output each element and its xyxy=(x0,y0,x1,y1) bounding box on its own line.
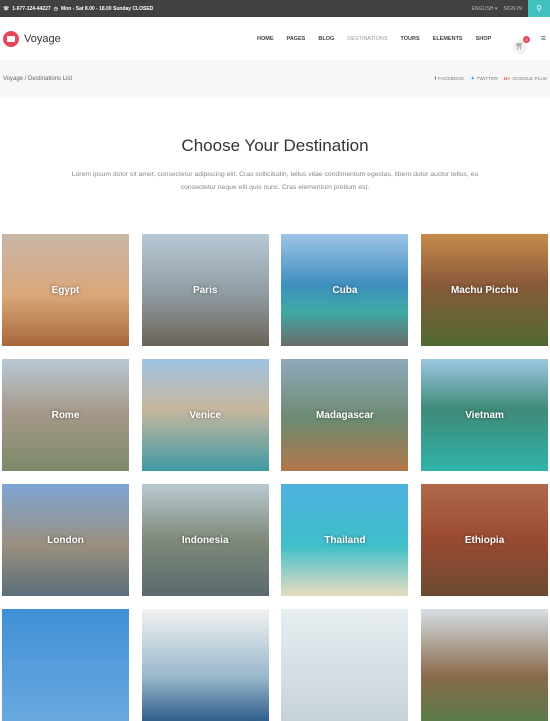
destination-tile[interactable]: Indonesia xyxy=(141,484,269,596)
destination-tile[interactable] xyxy=(421,609,549,721)
twitter-link[interactable]: ✦ TWITTER xyxy=(470,77,497,82)
destination-tile[interactable]: Vietnam xyxy=(421,359,549,471)
destination-tile[interactable] xyxy=(281,609,409,721)
nav-pages[interactable]: PAGES xyxy=(287,36,306,42)
cart-button[interactable]: 🛒︎ 0 xyxy=(513,36,530,54)
destination-tile[interactable]: Egypt xyxy=(2,234,129,346)
cart-count: 0 xyxy=(523,36,530,43)
sign-in-link[interactable]: SIGN IN xyxy=(503,6,522,12)
intro-text: Lorem ipsum dolor sit amet, consectetur … xyxy=(71,171,479,191)
opening-hours: Mon - Sat 8.00 - 18.00 Sunday CLOSED xyxy=(61,5,154,12)
destination-tile[interactable]: Cuba xyxy=(281,234,409,346)
destination-tile[interactable] xyxy=(2,609,129,721)
twitter-icon: ✦ xyxy=(470,76,475,82)
nav-home[interactable]: HOME xyxy=(257,36,274,42)
destination-tile[interactable]: Machu Picchu xyxy=(421,234,549,346)
destination-tile[interactable]: Paris xyxy=(141,234,269,346)
destination-grid: Egypt Paris Cuba Machu Picchu Rome Venic… xyxy=(2,234,549,721)
google-plus-link[interactable]: G+ GOOGLE PLUS xyxy=(504,77,547,82)
destination-tile[interactable]: Thailand xyxy=(281,484,409,596)
destination-tile[interactable]: London xyxy=(2,484,129,596)
nav-shop[interactable]: SHOP xyxy=(476,36,492,42)
nav-destinations[interactable]: DESTINATIONS xyxy=(347,36,387,42)
search-icon: ⚲ xyxy=(536,4,542,13)
phone-icon: ☏ xyxy=(3,5,10,12)
suitcase-icon xyxy=(3,30,19,47)
search-button[interactable]: ⚲ xyxy=(528,0,550,17)
destination-tile[interactable]: Ethiopia xyxy=(421,484,549,596)
breadcrumb: Voyage / Destinations List xyxy=(3,76,73,82)
breadcrumb-bar: Voyage / Destinations List f FACEBOOK ✦ TW… xyxy=(0,60,550,98)
header: Voyage HOME PAGES BLOG DESTINATIONS TOUR… xyxy=(0,17,550,60)
hamburger-menu-icon[interactable]: ≡ xyxy=(541,33,546,43)
page-title: Choose Your Destination xyxy=(181,136,369,155)
destination-tile[interactable] xyxy=(141,609,269,721)
google-plus-icon: G+ xyxy=(503,76,511,82)
clock-icon: ◷ xyxy=(53,5,59,12)
nav-blog[interactable]: BLOG xyxy=(318,36,334,42)
top-bar: ☏ 1-677-124-44227 ◷ Mon - Sat 8.00 - 18.… xyxy=(0,0,550,17)
language-select[interactable]: ENGLISH ▾ xyxy=(472,6,498,12)
logo[interactable]: Voyage xyxy=(3,30,61,47)
main-nav: HOME PAGES BLOG DESTINATIONS TOURS ELEME… xyxy=(257,17,491,60)
nav-tours[interactable]: TOURS xyxy=(401,36,420,42)
facebook-link[interactable]: f FACEBOOK xyxy=(434,77,464,82)
destination-tile[interactable]: Madagascar xyxy=(281,359,409,471)
cart-icon: 🛒︎ xyxy=(515,43,525,50)
destination-tile[interactable]: Rome xyxy=(2,359,129,471)
destination-tile[interactable]: Venice xyxy=(141,359,269,471)
nav-elements[interactable]: ELEMENTS xyxy=(433,36,463,42)
phone-number: 1-677-124-44227 xyxy=(12,5,51,12)
facebook-icon: f xyxy=(434,76,437,82)
